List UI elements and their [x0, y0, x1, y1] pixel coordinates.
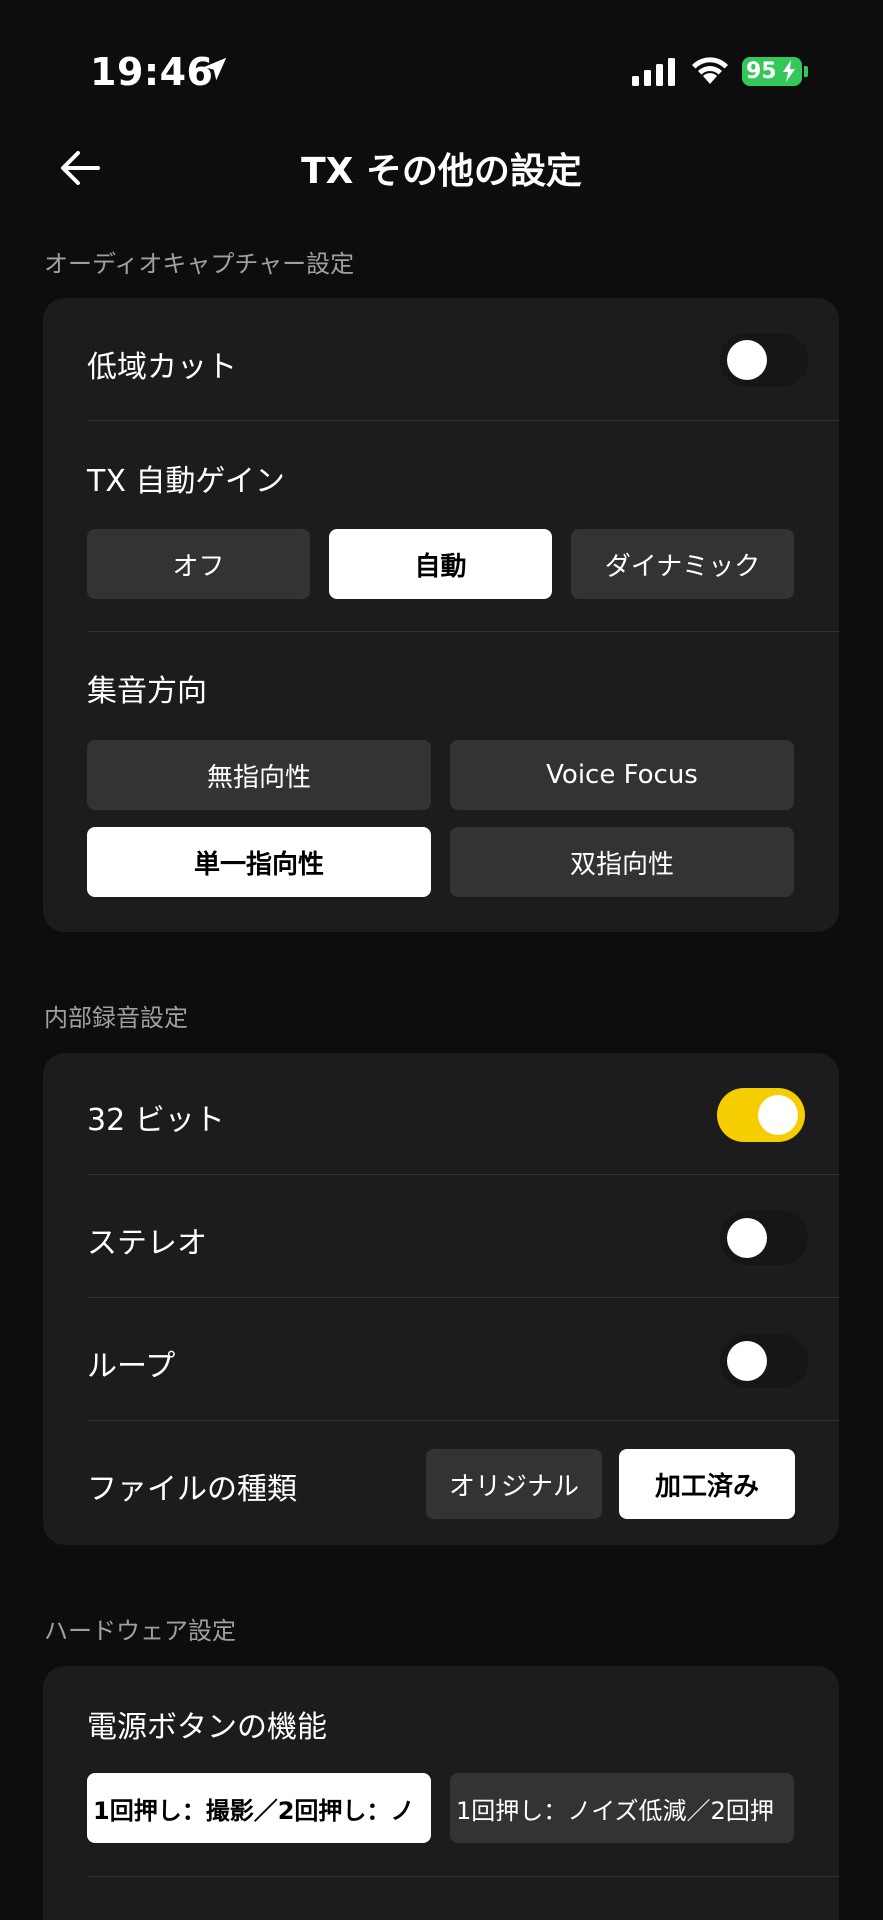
power-button-function-label: 電源ボタンの機能	[87, 1710, 327, 1745]
pickup-option-omni[interactable]: 無指向性	[87, 740, 431, 810]
section-header-hardware: ハードウェア設定	[44, 1617, 236, 1645]
pickup-option-cardioid[interactable]: 単一指向性	[87, 827, 431, 897]
pickup-option-voice-focus[interactable]: Voice Focus	[450, 740, 794, 810]
divider	[87, 1420, 839, 1421]
toggle-knob	[727, 1218, 767, 1258]
divider	[87, 1174, 839, 1175]
loop-toggle[interactable]	[720, 1334, 808, 1388]
low-cut-label: 低域カット	[87, 350, 237, 385]
auto-gain-option-off[interactable]: オフ	[87, 529, 310, 599]
divider	[87, 420, 839, 421]
bit32-toggle[interactable]	[717, 1088, 805, 1142]
toggle-knob	[758, 1095, 798, 1135]
status-time: 19:46	[90, 50, 214, 94]
wifi-icon	[692, 57, 728, 84]
power-button-option-noise-reduction[interactable]: 1回押し：ノイズ低減／2回押	[450, 1773, 794, 1843]
file-type-option-processed[interactable]: 加工済み	[619, 1449, 795, 1519]
pickup-option-bidirectional[interactable]: 双指向性	[450, 827, 794, 897]
divider	[87, 631, 839, 632]
internal-recording-card: 32 ビット ステレオ ループ ファイルの種類 オリジナル 加工済み	[43, 1053, 839, 1545]
auto-gain-option-auto[interactable]: 自動	[329, 529, 552, 599]
divider	[87, 1876, 839, 1877]
location-arrow-icon	[203, 57, 227, 81]
hardware-card: 電源ボタンの機能 1回押し：撮影／2回押し：ノ 1回押し：ノイズ低減／2回押	[43, 1666, 839, 1920]
tx-auto-gain-label: TX 自動ゲイン	[87, 464, 285, 499]
toggle-knob	[727, 1341, 767, 1381]
page-title: TX その他の設定	[301, 151, 582, 192]
battery-indicator: 95	[742, 57, 802, 86]
file-type-label: ファイルの種類	[87, 1472, 297, 1507]
low-cut-toggle[interactable]	[720, 333, 808, 387]
file-type-option-original[interactable]: オリジナル	[426, 1449, 602, 1519]
stereo-label: ステレオ	[87, 1226, 207, 1261]
screen: 19:46 95 TX その他の設定 オーディオキャプチャー設定 低域カット T…	[0, 0, 883, 1920]
stereo-toggle[interactable]	[720, 1211, 808, 1265]
section-header-audio-capture: オーディオキャプチャー設定	[44, 250, 355, 278]
divider	[87, 1297, 839, 1298]
loop-label: ループ	[87, 1349, 176, 1384]
status-bar: 19:46 95	[0, 0, 883, 140]
bit32-label: 32 ビット	[87, 1103, 225, 1138]
pickup-direction-label: 集音方向	[87, 674, 207, 709]
battery-cap	[804, 66, 808, 77]
battery-level: 95	[746, 59, 777, 84]
toggle-knob	[727, 340, 767, 380]
power-button-option-shoot[interactable]: 1回押し：撮影／2回押し：ノ	[87, 1773, 431, 1843]
section-header-internal-recording: 内部録音設定	[44, 1004, 188, 1032]
audio-capture-card: 低域カット TX 自動ゲイン オフ 自動 ダイナミック 集音方向 無指向性 Vo…	[43, 298, 839, 932]
charging-bolt-icon	[783, 60, 795, 82]
auto-gain-option-dynamic[interactable]: ダイナミック	[571, 529, 794, 599]
cellular-signal-icon	[632, 58, 675, 86]
